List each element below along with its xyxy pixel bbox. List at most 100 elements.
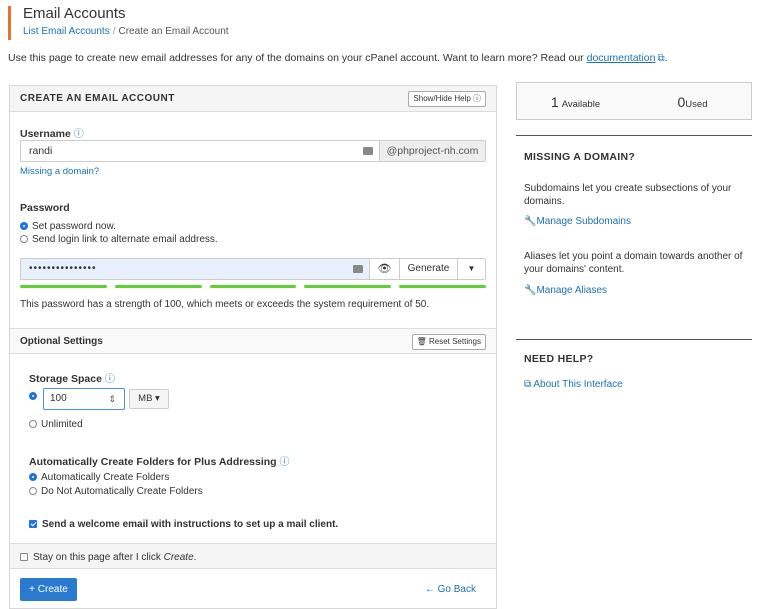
welcome-email-label: Send a welcome email with instructions t… — [42, 519, 339, 530]
external-link-icon: ⧉ — [524, 379, 534, 390]
radio-unselected[interactable] — [29, 487, 37, 496]
storage-limited-radio[interactable] — [29, 391, 41, 402]
spinner-icon[interactable]: ⇕ — [108, 389, 116, 409]
missing-domain-title: MISSING A DOMAIN? — [524, 151, 636, 163]
about-interface-label: About This Interface — [533, 379, 623, 390]
manage-aliases-label: Manage Aliases — [536, 285, 608, 296]
set-password-option[interactable]: Set password now. — [20, 221, 116, 232]
strength-segment — [399, 285, 486, 288]
breadcrumb-list-link[interactable]: List Email Accounts — [23, 26, 110, 37]
account-counts: 1 Available 0Used — [516, 82, 752, 120]
optional-settings-header: Optional Settings 🗑 Reset Settings — [10, 328, 496, 354]
username-label-text: Username — [20, 128, 71, 140]
about-interface-link[interactable]: ⧉ About This Interface — [524, 379, 623, 390]
panel-header: CREATE AN EMAIL ACCOUNT Show/Hide Help ⓘ — [10, 86, 496, 112]
aliases-text: Aliases let you point a domain towards a… — [524, 251, 743, 275]
reset-settings-label: Reset Settings — [428, 337, 481, 346]
username-row: randi @phproject-nh.com — [20, 140, 486, 162]
create-button[interactable]: + Create — [20, 578, 77, 601]
manage-aliases-link[interactable]: 🔧Manage Aliases — [524, 285, 607, 296]
unlimited-label: Unlimited — [41, 419, 83, 430]
strength-segment — [20, 285, 107, 288]
stay-on-page-label: Stay on this page after I click — [33, 552, 164, 563]
domain-selector[interactable]: @phproject-nh.com — [379, 141, 485, 161]
reset-settings-button[interactable]: 🗑 Reset Settings — [411, 334, 486, 350]
radio-unselected[interactable] — [20, 235, 28, 244]
stay-on-page-em: Create — [163, 552, 194, 563]
create-email-panel: CREATE AN EMAIL ACCOUNT Show/Hide Help ⓘ… — [9, 85, 497, 609]
stay-on-page-suffix: . — [193, 552, 197, 563]
page-header: Email Accounts List Email Accounts / Creat… — [8, 6, 229, 40]
password-label: Password — [20, 202, 70, 214]
wrench-icon: 🔧 — [524, 216, 537, 227]
used-count: 0Used — [634, 83, 751, 119]
auto-create-label: Automatically Create Folders — [41, 472, 170, 483]
documentation-link[interactable]: documentation — [587, 52, 656, 64]
show-hide-help-button[interactable]: Show/Hide Help ⓘ — [408, 91, 486, 107]
intro-text: Use this page to create new email addres… — [8, 52, 668, 64]
breadcrumb: List Email Accounts / Create an Email Acco… — [23, 26, 229, 37]
radio-selected[interactable] — [29, 473, 37, 482]
available-label: Available — [561, 99, 601, 110]
strength-segment — [114, 285, 202, 288]
plus-addressing-text: Automatically Create Folders for Plus Ad… — [29, 456, 277, 468]
subdomains-text: Subdomains let you create subsections of… — [524, 183, 732, 207]
welcome-email-option[interactable]: Send a welcome email with instructions t… — [29, 519, 338, 530]
panel-title: CREATE AN EMAIL ACCOUNT — [20, 93, 175, 104]
intro-end: . — [664, 52, 668, 64]
checkbox-unchecked[interactable] — [20, 553, 28, 562]
password-input[interactable]: ••••••••••••••• — [21, 259, 369, 279]
password-value: ••••••••••••••• — [29, 263, 97, 274]
external-link-icon: ⧉ — [657, 53, 665, 64]
username-input[interactable]: randi — [21, 141, 379, 161]
sidebar: 1 Available 0Used MISSING A DOMAIN? Subd… — [516, 82, 752, 390]
manage-subdomains-label: Manage Subdomains — [536, 216, 631, 227]
no-auto-create-folders-option[interactable]: Do Not Automatically Create Folders — [29, 486, 203, 497]
radio-selected[interactable] — [29, 392, 37, 401]
send-login-link-label: Send login link to alternate email addre… — [32, 234, 218, 245]
username-label: Username ⓘ — [20, 125, 84, 140]
help-icon[interactable]: ⓘ — [105, 374, 115, 385]
password-row: ••••••••••••••• 👁 Generate ▼ — [20, 258, 486, 280]
keyboard-icon — [363, 147, 373, 155]
set-password-label: Set password now. — [32, 221, 116, 232]
help-icon[interactable]: ⓘ — [280, 457, 290, 468]
need-help-title: NEED HELP? — [524, 353, 594, 365]
unlimited-option[interactable]: Unlimited — [29, 419, 83, 430]
used-label: Used — [685, 99, 708, 110]
breadcrumb-separator: / — [112, 26, 116, 37]
plus-addressing-label: Automatically Create Folders for Plus Ad… — [29, 453, 290, 468]
radio-selected[interactable] — [20, 222, 28, 231]
intro-sentence: Use this page to create new email addres… — [8, 52, 584, 64]
generate-button[interactable]: Generate — [399, 259, 457, 279]
stay-on-page-bar: Stay on this page after I click Create. — [10, 543, 496, 569]
storage-space-text: Storage Space — [29, 373, 102, 385]
storage-space-label: Storage Space ⓘ — [29, 370, 115, 385]
password-strength-meter — [20, 285, 486, 288]
radio-unselected[interactable] — [29, 420, 37, 429]
page-title: Email Accounts — [23, 5, 126, 22]
generate-options-caret[interactable]: ▼ — [457, 259, 485, 279]
storage-quota-input[interactable]: 100 ⇕ — [43, 388, 125, 410]
missing-domain-link[interactable]: Missing a domain? — [20, 166, 99, 177]
no-auto-create-label: Do Not Automatically Create Folders — [41, 486, 203, 497]
trash-icon: 🗑 — [416, 337, 427, 346]
strength-segment — [304, 285, 392, 288]
breadcrumb-current: Create an Email Account — [118, 26, 229, 37]
manage-subdomains-link[interactable]: 🔧Manage Subdomains — [524, 216, 631, 227]
auto-create-folders-option[interactable]: Automatically Create Folders — [29, 472, 169, 483]
storage-value: 100 — [50, 393, 67, 404]
available-number: 1 — [550, 94, 559, 110]
keyboard-icon — [353, 265, 363, 273]
help-icon[interactable]: ⓘ — [74, 129, 84, 140]
send-login-link-option[interactable]: Send login link to alternate email addre… — [20, 234, 218, 245]
storage-unit-select[interactable]: MB ▾ — [129, 389, 169, 409]
checkbox-checked[interactable] — [29, 520, 37, 529]
username-value: randi — [29, 145, 53, 157]
wrench-icon: 🔧 — [524, 285, 537, 296]
toggle-visibility-icon[interactable]: 👁 — [369, 259, 399, 279]
go-back-link[interactable]: ← Go Back — [425, 584, 476, 595]
stay-on-page-option[interactable]: Stay on this page after I click Create. — [20, 552, 196, 563]
storage-row: 100 ⇕ MB ▾ — [43, 388, 169, 410]
divider — [516, 339, 752, 340]
